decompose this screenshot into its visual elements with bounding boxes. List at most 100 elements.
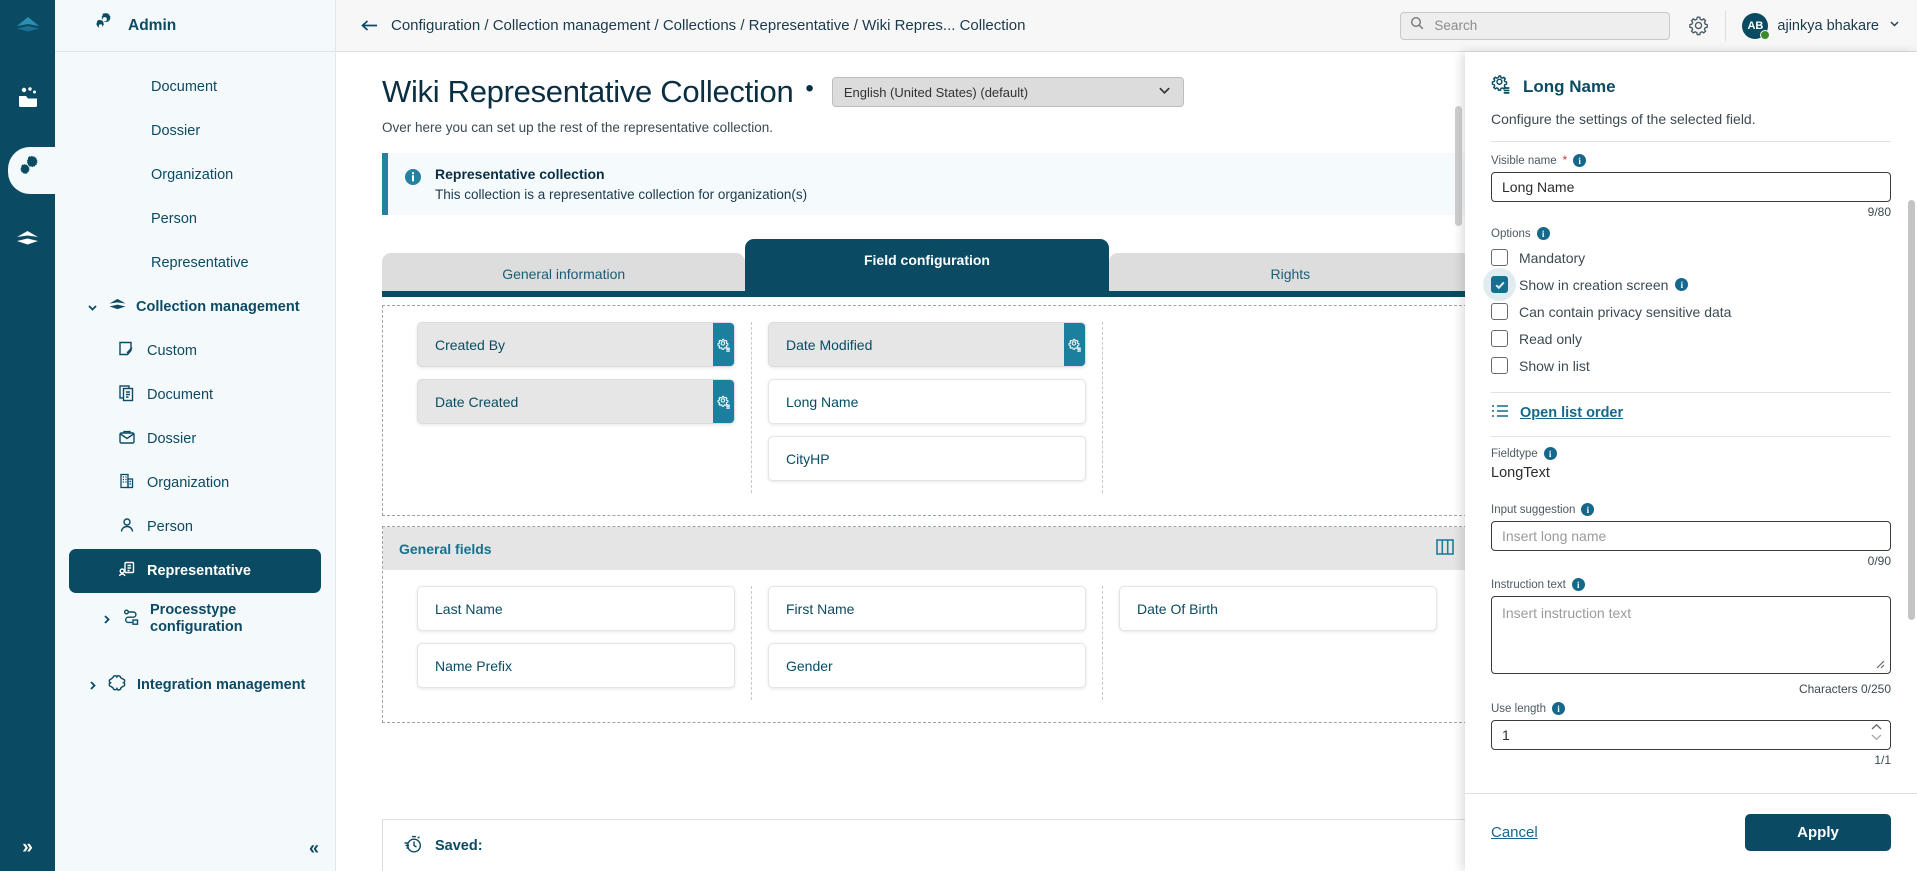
info-icon[interactable]: i bbox=[1581, 503, 1595, 516]
avatar: AB bbox=[1742, 12, 1771, 40]
field-card-gender[interactable]: Gender bbox=[768, 643, 1086, 688]
field-card-date-modified[interactable]: Date Modified bbox=[768, 322, 1086, 367]
columns-layout-icon[interactable] bbox=[1435, 538, 1455, 559]
collapse-sidebar-button[interactable]: « bbox=[309, 838, 319, 859]
field-card-label: Gender bbox=[786, 657, 833, 674]
info-icon[interactable]: i bbox=[1536, 227, 1550, 240]
sidebar-item-organization[interactable]: Organization bbox=[69, 461, 321, 505]
chevron-up-icon[interactable] bbox=[1870, 723, 1883, 733]
option-privacy-sensitive[interactable]: Can contain privacy sensitive data bbox=[1491, 299, 1891, 324]
gear-icon[interactable] bbox=[1688, 15, 1709, 36]
sidebar-item-document-top[interactable]: Document bbox=[69, 65, 321, 109]
panel-title-row: Long Name bbox=[1491, 74, 1891, 99]
main-scrollbar[interactable] bbox=[1455, 106, 1462, 871]
sidebar-item-organization-top[interactable]: Organization bbox=[69, 153, 321, 197]
visible-name-label-row: Visible name * i bbox=[1491, 154, 1891, 167]
option-read-only[interactable]: Read only bbox=[1491, 326, 1891, 351]
instruction-text-label-row: Instruction text i bbox=[1491, 578, 1891, 591]
field-card-last-name[interactable]: Last Name bbox=[417, 586, 735, 631]
scrollbar-thumb[interactable] bbox=[1455, 106, 1462, 226]
sidebar-item-person-top[interactable]: Person bbox=[69, 197, 321, 241]
info-icon[interactable]: i bbox=[1543, 447, 1557, 460]
field-card-label: Date Created bbox=[435, 393, 519, 410]
field-card-created-by[interactable]: Created By bbox=[417, 322, 735, 367]
tab-field-configuration[interactable]: Field configuration bbox=[745, 239, 1109, 291]
sidebar-item-dossier[interactable]: Dossier bbox=[69, 417, 321, 461]
sidebar-group-integration-management[interactable]: Integration management bbox=[69, 663, 321, 707]
sidebar-item-label: Representative bbox=[151, 255, 249, 271]
chevron-right-icon bbox=[85, 679, 99, 692]
apply-button[interactable]: Apply bbox=[1745, 814, 1891, 851]
gear-list-icon[interactable] bbox=[713, 323, 734, 366]
field-card-date-of-birth[interactable]: Date Of Birth bbox=[1119, 586, 1437, 631]
sidebar-item-custom[interactable]: Custom bbox=[69, 329, 321, 373]
use-length-wrap bbox=[1491, 720, 1891, 750]
field-card-first-name[interactable]: First Name bbox=[768, 586, 1086, 631]
input-suggestion-label-row: Input suggestion i bbox=[1491, 503, 1891, 516]
breadcrumb[interactable]: Configuration / Collection management / … bbox=[391, 17, 1025, 34]
expand-rail-button[interactable]: » bbox=[0, 837, 55, 859]
search-box[interactable] bbox=[1400, 11, 1671, 40]
cancel-button[interactable]: Cancel bbox=[1491, 824, 1538, 841]
info-banner-title: Representative collection bbox=[435, 166, 605, 182]
checkbox[interactable] bbox=[1491, 276, 1508, 293]
field-card-long-name[interactable]: Long Name bbox=[768, 379, 1086, 424]
chevron-down-icon[interactable] bbox=[1870, 733, 1883, 743]
field-card-label: CityHP bbox=[786, 450, 830, 467]
info-icon[interactable]: i bbox=[1573, 154, 1587, 167]
field-card-label: Last Name bbox=[435, 600, 503, 617]
use-length-stepper[interactable] bbox=[1870, 723, 1883, 743]
field-group-columns: Created By Date Created Date Modified Lo… bbox=[383, 306, 1471, 515]
info-icon bbox=[404, 168, 422, 202]
sidebar-item-dossier-top[interactable]: Dossier bbox=[69, 109, 321, 153]
option-label-wrap: Show in creation screen i bbox=[1519, 277, 1689, 293]
info-icon[interactable]: i bbox=[1551, 702, 1565, 715]
info-icon[interactable]: i bbox=[1571, 578, 1585, 591]
field-card-name-prefix[interactable]: Name Prefix bbox=[417, 643, 735, 688]
checkbox[interactable] bbox=[1491, 303, 1508, 320]
sidebar-group-label: Integration management bbox=[137, 677, 306, 693]
scrollbar-thumb[interactable] bbox=[1908, 200, 1915, 620]
sidebar-item-document[interactable]: Document bbox=[69, 373, 321, 417]
panel-scrollbar[interactable] bbox=[1908, 110, 1915, 670]
rail-item-collections[interactable] bbox=[0, 218, 55, 265]
avatar-initials: AB bbox=[1747, 19, 1764, 32]
sidebar-group-processtype-configuration[interactable]: Processtype configuration bbox=[69, 593, 321, 645]
field-card-label: Created By bbox=[435, 336, 506, 353]
option-show-in-creation-screen[interactable]: Show in creation screen i bbox=[1483, 268, 1891, 301]
sidebar: Admin Document Dossier Organization Pers… bbox=[55, 0, 336, 871]
search-input[interactable] bbox=[1432, 17, 1661, 34]
use-length-input[interactable] bbox=[1491, 720, 1891, 750]
sidebar-item-representative-top[interactable]: Representative bbox=[69, 241, 321, 285]
gears-admin-icon bbox=[95, 12, 116, 38]
sidebar-item-person[interactable]: Person bbox=[69, 505, 321, 549]
checkbox[interactable] bbox=[1491, 330, 1508, 347]
gear-list-icon[interactable] bbox=[713, 380, 734, 423]
field-card-cityhp[interactable]: CityHP bbox=[768, 436, 1086, 481]
field-card-date-created[interactable]: Date Created bbox=[417, 379, 735, 424]
language-select[interactable]: English (United States) (default) bbox=[831, 77, 1184, 107]
instruction-text-textarea[interactable] bbox=[1491, 596, 1891, 674]
sidebar-item-representative[interactable]: Representative bbox=[69, 549, 321, 593]
checkbox[interactable] bbox=[1491, 249, 1508, 266]
sidebar-item-label: Document bbox=[147, 387, 214, 403]
account-menu[interactable]: AB ajinkya bhakare bbox=[1725, 10, 1917, 41]
visible-name-input[interactable] bbox=[1491, 172, 1891, 202]
info-icon[interactable]: i bbox=[1675, 278, 1689, 291]
field-card-label: Date Of Birth bbox=[1137, 600, 1218, 617]
sidebar-group-collection-management[interactable]: Collection management bbox=[69, 285, 321, 329]
open-list-order-link[interactable]: Open list order bbox=[1491, 403, 1891, 423]
option-show-in-list[interactable]: Show in list bbox=[1491, 353, 1891, 378]
checkbox[interactable] bbox=[1491, 357, 1508, 374]
rail-item-configuration[interactable] bbox=[8, 147, 55, 194]
tab-general-information[interactable]: General information bbox=[382, 253, 746, 291]
option-mandatory[interactable]: Mandatory bbox=[1491, 245, 1891, 270]
rail-item-team[interactable] bbox=[0, 76, 55, 123]
app-logo[interactable] bbox=[0, 0, 55, 52]
panel-subtitle: Configure the settings of the selected f… bbox=[1491, 111, 1756, 127]
tab-rights[interactable]: Rights bbox=[1108, 253, 1472, 291]
sidebar-header: Admin bbox=[55, 0, 335, 52]
arrow-left-icon[interactable] bbox=[360, 18, 379, 33]
gear-list-icon[interactable] bbox=[1064, 323, 1085, 366]
input-suggestion-input[interactable] bbox=[1491, 521, 1891, 551]
